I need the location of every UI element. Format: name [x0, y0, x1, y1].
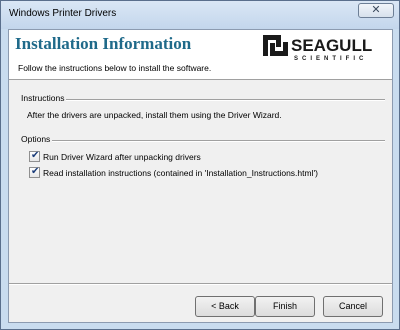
- instructions-text: After the drivers are unpacked, install …: [27, 110, 282, 120]
- back-button[interactable]: < Back: [195, 296, 255, 317]
- read-instructions-checkbox[interactable]: ✔: [29, 166, 40, 178]
- finish-button[interactable]: Finish: [255, 296, 315, 317]
- close-button[interactable]: ✕: [358, 3, 394, 18]
- dialog-body: Installation Information Follow the inst…: [8, 29, 393, 323]
- page-subtitle: Follow the instructions below to install…: [18, 63, 212, 73]
- run-wizard-label[interactable]: Run Driver Wizard after unpacking driver…: [43, 152, 201, 162]
- wizard-header: Installation Information Follow the inst…: [9, 30, 392, 80]
- close-icon: ✕: [371, 3, 381, 16]
- read-instructions-label[interactable]: Read installation instructions (containe…: [43, 168, 318, 178]
- instructions-divider: [21, 99, 385, 101]
- instructions-label: Instructions: [21, 93, 67, 103]
- options-label: Options: [21, 134, 53, 144]
- checkmark-icon: ✔: [31, 150, 40, 161]
- page-title: Installation Information: [15, 34, 192, 53]
- checkmark-icon: ✔: [31, 166, 40, 177]
- footer-divider: [9, 283, 392, 285]
- window-title: Windows Printer Drivers: [9, 8, 117, 19]
- cancel-button[interactable]: Cancel: [323, 296, 383, 317]
- options-divider: [21, 140, 385, 142]
- seagull-logo: SEAGULL SCIENTIFIC: [263, 35, 372, 62]
- logo-wordmark: SEAGULL: [291, 36, 372, 55]
- title-bar[interactable]: Windows Printer Drivers ✕: [1, 1, 399, 29]
- seagull-mark-icon: [263, 35, 288, 56]
- logo-subtext: SCIENTIFIC: [294, 56, 367, 62]
- run-wizard-checkbox[interactable]: ✔: [29, 150, 40, 162]
- installer-window: Windows Printer Drivers ✕ Installation I…: [0, 0, 400, 330]
